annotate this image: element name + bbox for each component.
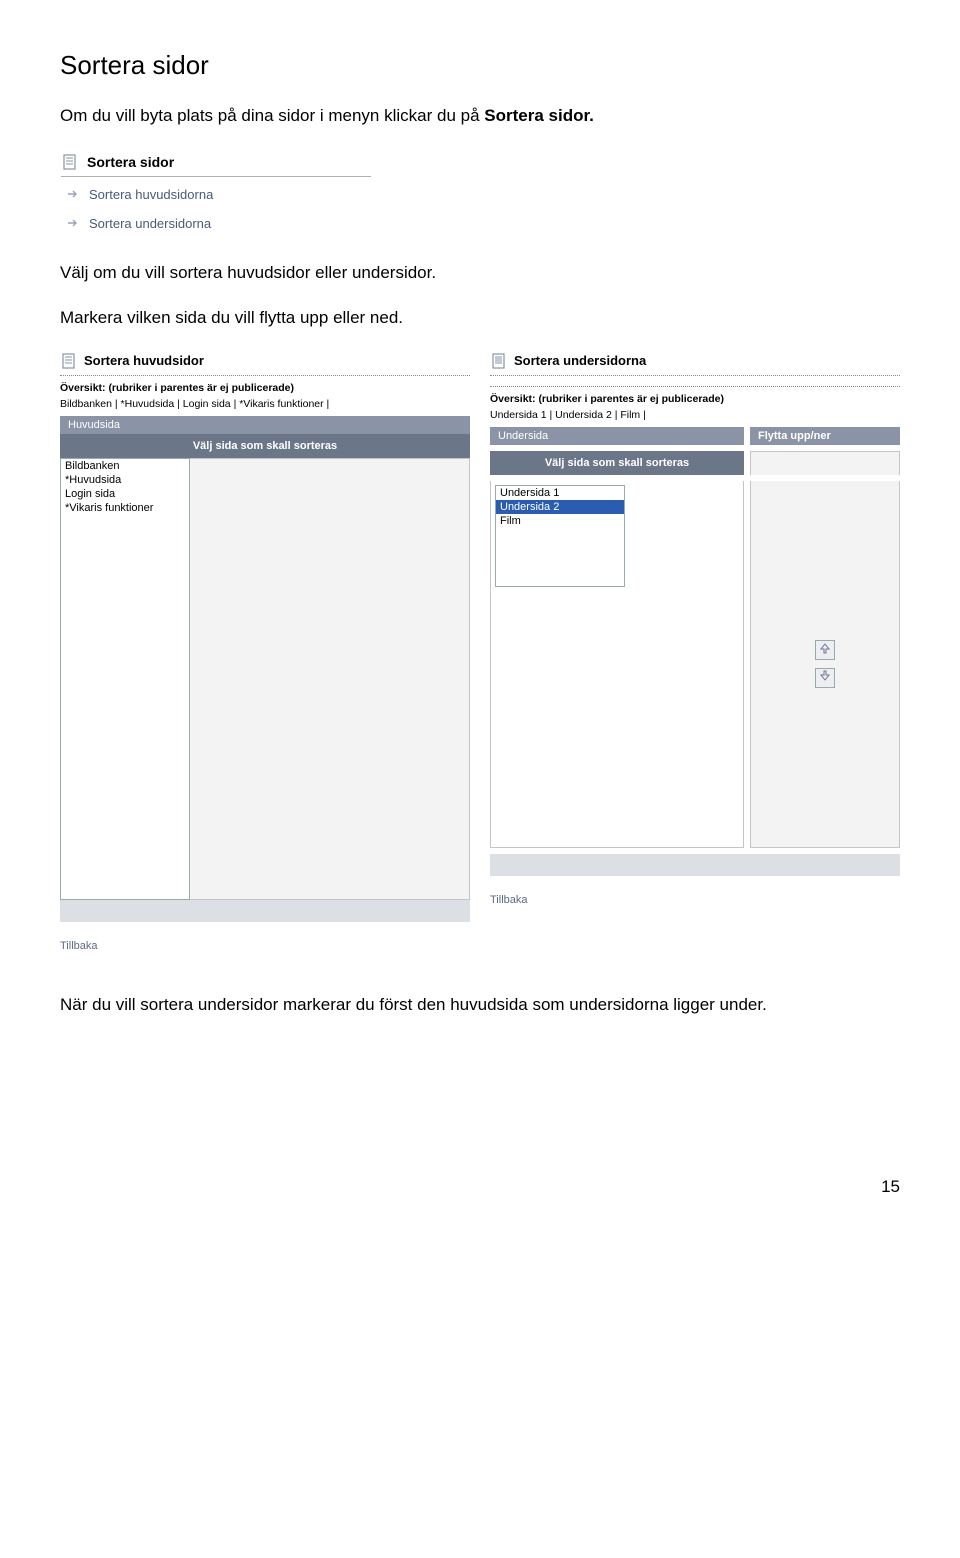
leftpanel-body: Bildbanken *Huvudsida Login sida *Vikari… <box>60 458 470 900</box>
rightpanel-overview-items: Undersida 1 | Undersida 2 | Film | <box>490 409 900 421</box>
sortera-undersidorna-panel: Sortera undersidorna Översikt: (rubriker… <box>490 351 900 952</box>
link-sortera-huvudsidorna[interactable]: Sortera huvudsidorna <box>89 187 213 202</box>
page-heading: Sortera sidor <box>60 50 900 81</box>
rightpanel-listbox[interactable]: Undersida 1 Undersida 2 Film <box>495 485 625 587</box>
rightpanel-left-cell: Undersida 1 Undersida 2 Film <box>490 481 744 848</box>
sortera-huvudsidor-panel: Sortera huvudsidor Översikt: (rubriker i… <box>60 351 470 952</box>
leftpanel-back-link[interactable]: Tillbaka <box>60 940 98 952</box>
intro-text: Om du vill byta plats på dina sidor i me… <box>60 106 484 125</box>
mid-paragraph-1: Välj om du vill sortera huvudsidor eller… <box>60 260 900 286</box>
rightpanel-header: Sortera undersidorna <box>490 351 900 376</box>
sortera-sidor-panel: Sortera sidor Sortera huvudsidorna Sorte… <box>60 149 372 236</box>
rightpanel-spacer <box>750 451 900 475</box>
leftpanel-overview-items: Bildbanken | *Huvudsida | Login sida | *… <box>60 398 470 410</box>
arrow-up-icon <box>819 642 831 657</box>
rightpanel-right-cell <box>750 481 900 848</box>
dotted-divider <box>490 382 900 387</box>
list-item[interactable]: Undersida 1 <box>496 486 624 500</box>
rightpanel-subheader: Välj sida som skall sorteras <box>490 451 744 475</box>
move-up-button[interactable] <box>815 640 835 660</box>
list-item-selected[interactable]: Undersida 2 <box>496 500 624 514</box>
page-number: 15 <box>60 1177 900 1197</box>
leftpanel-section-bar: Huvudsida <box>60 416 470 434</box>
link-sortera-undersidorna[interactable]: Sortera undersidorna <box>89 216 211 231</box>
list-item[interactable]: Film <box>496 514 624 528</box>
list-item[interactable]: *Huvudsida <box>61 473 189 487</box>
document-icon <box>63 154 77 170</box>
leftpanel-listbox[interactable]: Bildbanken *Huvudsida Login sida *Vikari… <box>60 458 190 900</box>
leftpanel-header: Sortera huvudsidor <box>60 351 470 376</box>
rightpanel-bar-right: Flytta upp/ner <box>750 427 900 445</box>
list-item[interactable]: Login sida <box>61 487 189 501</box>
arrow-down-icon <box>819 670 831 685</box>
panel1-title: Sortera sidor <box>87 154 174 170</box>
arrow-right-icon <box>67 189 79 199</box>
document-lines-icon <box>492 353 506 369</box>
arrow-right-icon <box>67 218 79 228</box>
closing-paragraph: När du vill sortera undersidor markerar … <box>60 992 900 1018</box>
panels-container: Sortera huvudsidor Översikt: (rubriker i… <box>60 351 900 952</box>
leftpanel-title: Sortera huvudsidor <box>84 353 204 368</box>
intro-paragraph: Om du vill byta plats på dina sidor i me… <box>60 103 900 129</box>
intro-bold: Sortera sidor. <box>484 106 594 125</box>
rightpanel-bar-left: Undersida <box>490 427 744 445</box>
panel1-header: Sortera sidor <box>61 150 371 177</box>
list-item[interactable]: *Vikaris funktioner <box>61 501 189 515</box>
move-down-button[interactable] <box>815 668 835 688</box>
rightpanel-overview-label: Översikt: (rubriker i parentes är ej pub… <box>490 393 900 405</box>
panel1-row-1[interactable]: Sortera huvudsidorna <box>61 177 371 206</box>
leftpanel-right-area <box>190 458 470 900</box>
rightpanel-back-link[interactable]: Tillbaka <box>490 894 528 906</box>
panel1-row-2[interactable]: Sortera undersidorna <box>61 206 371 235</box>
list-item[interactable]: Bildbanken <box>61 459 189 473</box>
leftpanel-overview-label: Översikt: (rubriker i parentes är ej pub… <box>60 382 470 394</box>
rightpanel-footer-bar <box>490 854 900 876</box>
rightpanel-grid: Undersida Flytta upp/ner Välj sida som s… <box>490 427 900 876</box>
leftpanel-footer-bar <box>60 900 470 922</box>
mid-paragraph-2: Markera vilken sida du vill flytta upp e… <box>60 305 900 331</box>
rightpanel-title: Sortera undersidorna <box>514 353 646 368</box>
leftpanel-subheader: Välj sida som skall sorteras <box>60 434 470 458</box>
document-icon <box>62 353 76 369</box>
